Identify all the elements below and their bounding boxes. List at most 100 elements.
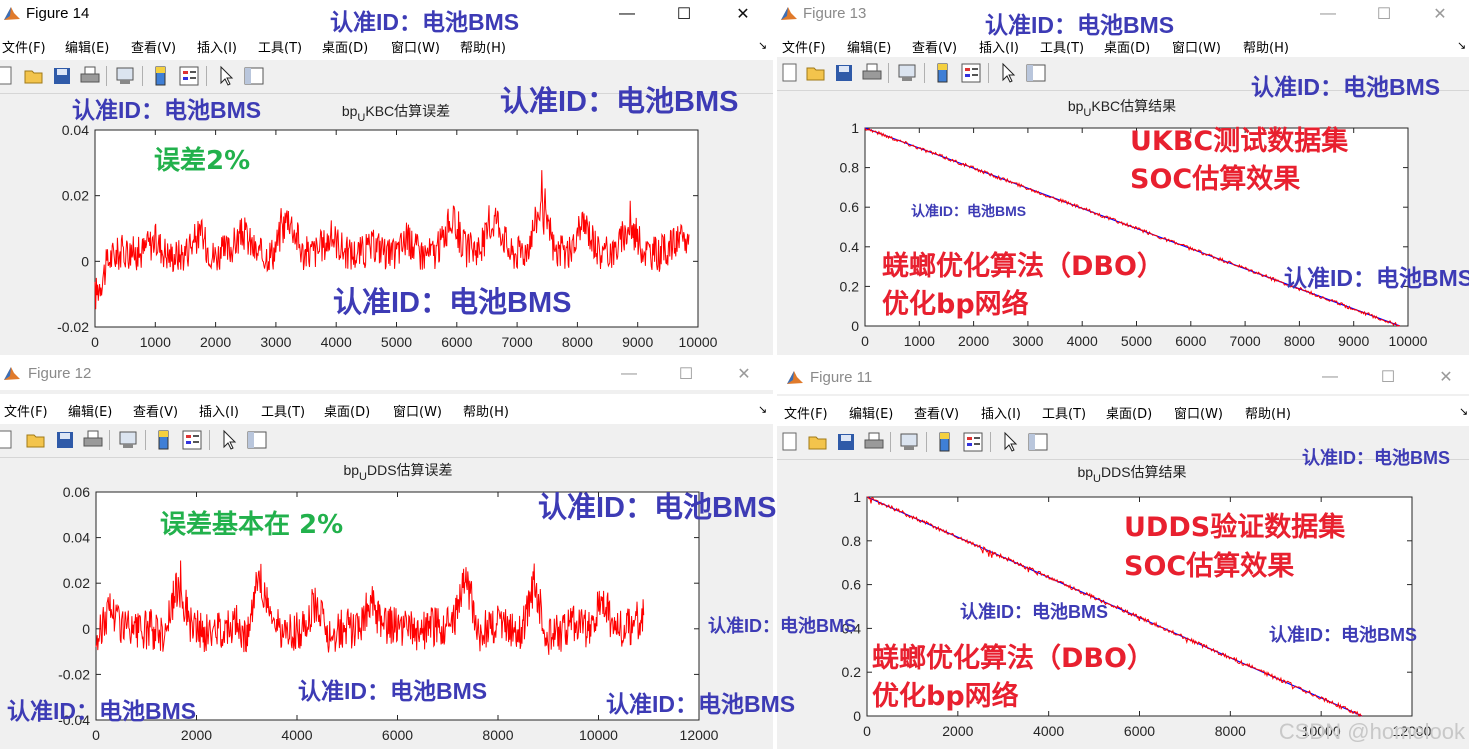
y-tick-label: 1 xyxy=(853,489,861,505)
menu-file[interactable]: 文件(F) xyxy=(4,401,48,420)
menu-edit[interactable]: 编辑(E) xyxy=(65,37,109,56)
menu-edit[interactable]: 编辑(E) xyxy=(847,37,891,56)
colorbar-icon[interactable] xyxy=(932,62,954,84)
pointer-icon[interactable] xyxy=(997,62,1019,84)
menu-view[interactable]: 查看(V) xyxy=(912,37,957,56)
open-file-icon[interactable] xyxy=(807,431,829,453)
dock-arrow-icon[interactable]: ↘ xyxy=(758,403,767,416)
menu-insert[interactable]: 插入(I) xyxy=(197,37,237,56)
save-icon[interactable] xyxy=(835,431,857,453)
minimize-button[interactable]: — xyxy=(606,360,652,388)
menu-tools[interactable]: 工具(T) xyxy=(1042,403,1086,422)
menu-view[interactable]: 查看(V) xyxy=(131,37,176,56)
figure-window-13[interactable]: Figure 13 — ☐ ✕ 文件(F) 编辑(E) 查看(V) 插入(I) … xyxy=(777,0,1469,355)
colorbar-icon[interactable] xyxy=(934,431,956,453)
menu-file[interactable]: 文件(F) xyxy=(2,37,46,56)
dock-arrow-icon[interactable]: ↘ xyxy=(758,39,767,52)
link-plot-icon[interactable] xyxy=(898,431,920,453)
link-plot-icon[interactable] xyxy=(114,65,136,87)
title-bar[interactable]: Figure 11 — ☐ ✕ xyxy=(777,360,1469,394)
x-tick-label: 8000 xyxy=(1284,333,1315,349)
colorbar-icon[interactable] xyxy=(153,429,175,451)
maximize-button[interactable]: ☐ xyxy=(1365,363,1411,391)
menu-window[interactable]: 窗口(W) xyxy=(1174,403,1223,422)
menu-file[interactable]: 文件(F) xyxy=(784,403,828,422)
print-icon[interactable] xyxy=(861,62,883,84)
open-file-icon[interactable] xyxy=(25,429,47,451)
legend-icon[interactable] xyxy=(960,62,982,84)
toolbar-separator xyxy=(990,432,991,452)
menu-desktop[interactable]: 桌面(D) xyxy=(322,37,368,56)
legend-icon[interactable] xyxy=(962,431,984,453)
menu-window[interactable]: 窗口(W) xyxy=(391,37,440,56)
menu-help[interactable]: 帮助(H) xyxy=(460,37,506,56)
colorbar-icon[interactable] xyxy=(150,65,172,87)
close-button[interactable]: ✕ xyxy=(1417,0,1463,28)
menu-tools[interactable]: 工具(T) xyxy=(261,401,305,420)
y-tick-label: 0 xyxy=(851,318,859,334)
menu-tools[interactable]: 工具(T) xyxy=(258,37,302,56)
legend-icon[interactable] xyxy=(181,429,203,451)
new-figure-icon[interactable] xyxy=(0,65,16,87)
menu-help[interactable]: 帮助(H) xyxy=(463,401,509,420)
menu-window[interactable]: 窗口(W) xyxy=(393,401,442,420)
new-figure-icon[interactable] xyxy=(0,429,16,451)
x-tick-label: 4000 xyxy=(1067,333,1098,349)
link-plot-icon[interactable] xyxy=(117,429,139,451)
x-tick-label: 0 xyxy=(91,334,99,350)
close-button[interactable]: ✕ xyxy=(720,0,766,28)
dock-arrow-icon[interactable]: ↘ xyxy=(1457,39,1466,52)
menu-insert[interactable]: 插入(I) xyxy=(981,403,1021,422)
watermark: 认准ID：电池BMS xyxy=(7,698,197,724)
save-icon[interactable] xyxy=(51,65,73,87)
menu-view[interactable]: 查看(V) xyxy=(133,401,178,420)
maximize-button[interactable]: ☐ xyxy=(1361,0,1407,28)
x-tick-label: 8000 xyxy=(482,727,513,743)
x-tick-label: 0 xyxy=(92,727,100,743)
watermark: 认准ID：电池BMS xyxy=(708,616,856,636)
menu-help[interactable]: 帮助(H) xyxy=(1243,37,1289,56)
menu-file[interactable]: 文件(F) xyxy=(782,37,826,56)
link-plot-icon[interactable] xyxy=(896,62,918,84)
new-figure-icon[interactable] xyxy=(779,431,801,453)
window-title: Figure 13 xyxy=(803,5,867,22)
property-editor-icon[interactable] xyxy=(246,429,268,451)
save-icon[interactable] xyxy=(833,62,855,84)
menu-window[interactable]: 窗口(W) xyxy=(1172,37,1221,56)
open-file-icon[interactable] xyxy=(23,65,45,87)
menu-desktop[interactable]: 桌面(D) xyxy=(324,401,370,420)
open-file-icon[interactable] xyxy=(805,62,827,84)
property-editor-icon[interactable] xyxy=(1027,431,1049,453)
minimize-button[interactable]: — xyxy=(1307,363,1353,391)
print-icon[interactable] xyxy=(79,65,101,87)
save-icon[interactable] xyxy=(54,429,76,451)
maximize-button[interactable]: ☐ xyxy=(661,0,707,28)
print-icon[interactable] xyxy=(863,431,885,453)
pointer-icon[interactable] xyxy=(999,431,1021,453)
legend-icon[interactable] xyxy=(178,65,200,87)
menu-help[interactable]: 帮助(H) xyxy=(1245,403,1291,422)
menu-insert[interactable]: 插入(I) xyxy=(199,401,239,420)
minimize-button[interactable]: — xyxy=(1305,0,1351,28)
menu-edit[interactable]: 编辑(E) xyxy=(68,401,112,420)
pointer-icon[interactable] xyxy=(215,65,237,87)
maximize-button[interactable]: ☐ xyxy=(663,360,709,388)
chart-title: bpUDDS估算结果 xyxy=(1077,464,1186,485)
menu-desktop[interactable]: 桌面(D) xyxy=(1106,403,1152,422)
title-bar[interactable]: Figure 12 — ☐ ✕ xyxy=(0,360,773,390)
new-figure-icon[interactable] xyxy=(779,62,801,84)
print-icon[interactable] xyxy=(82,429,104,451)
toolbar-separator xyxy=(209,430,210,450)
plot-area[interactable]: bpUKBC估算结果 0 1000 2000 3000 4000 5000 6000 7000 8… xyxy=(777,91,1469,355)
close-button[interactable]: ✕ xyxy=(1423,363,1469,391)
dock-arrow-icon[interactable]: ↘ xyxy=(1459,405,1468,418)
property-editor-icon[interactable] xyxy=(1025,62,1047,84)
close-button[interactable]: ✕ xyxy=(721,360,767,388)
toolbar-separator xyxy=(988,63,989,83)
property-editor-icon[interactable] xyxy=(243,65,265,87)
chart-title: bpUDDS估算误差 xyxy=(343,462,452,483)
pointer-icon[interactable] xyxy=(218,429,240,451)
menu-edit[interactable]: 编辑(E) xyxy=(849,403,893,422)
menu-view[interactable]: 查看(V) xyxy=(914,403,959,422)
minimize-button[interactable]: — xyxy=(604,0,650,28)
